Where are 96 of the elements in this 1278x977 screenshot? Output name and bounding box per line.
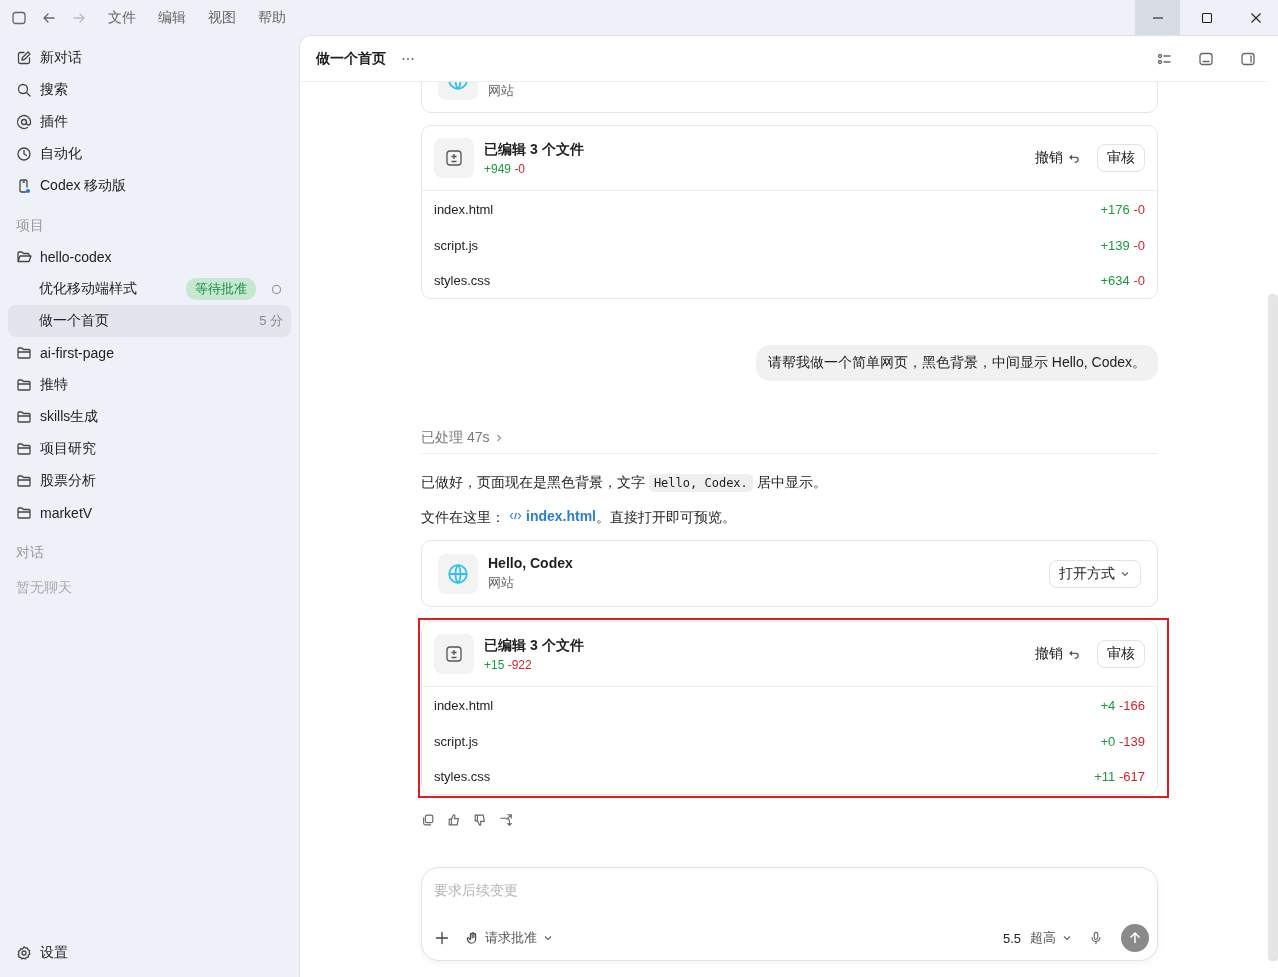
more-options-icon[interactable]	[402, 56, 414, 61]
sidebar-item[interactable]: 新对话	[8, 42, 291, 74]
lines-removed: -139	[1118, 733, 1145, 749]
phone-icon	[16, 178, 32, 194]
processed-toggle[interactable]: 已处理 47s	[421, 429, 1158, 454]
card-title: Hello, Codex	[488, 555, 574, 571]
copy-icon[interactable]	[421, 813, 435, 827]
menu-item[interactable]: 文件	[108, 8, 136, 27]
file-row[interactable]: index.html +4 -166	[422, 687, 1157, 723]
response-text: 文件在这里： index.html。直接打开即可预览。	[421, 506, 737, 527]
arrow-up-icon	[1127, 930, 1143, 946]
thread-time: 5 分	[259, 312, 283, 330]
lines-added: +11	[1094, 769, 1116, 784]
side-panel-icon[interactable]	[1240, 50, 1256, 67]
lines-added: +4	[1100, 697, 1116, 713]
sidebar-item[interactable]: Codex 移动版	[8, 170, 291, 202]
file-row[interactable]: script.js +0 -139	[422, 723, 1157, 759]
search-icon	[16, 82, 32, 98]
card-subtitle: 网站	[488, 574, 515, 592]
file-link[interactable]: index.html	[509, 506, 596, 526]
card-title: 已编辑 3 个文件	[484, 636, 585, 655]
card-subtitle: 网站	[488, 82, 515, 100]
project-item[interactable]: marketV	[8, 497, 291, 529]
lines-added: +634	[1100, 273, 1130, 288]
thread-title: 做一个首页	[316, 49, 386, 68]
maximize-icon	[1200, 11, 1213, 24]
scrollbar-thumb[interactable]	[1268, 294, 1278, 961]
sidebar-item[interactable]: 插件	[8, 106, 291, 138]
menu-item[interactable]: 帮助	[258, 8, 286, 27]
lines-removed: -922	[507, 657, 532, 672]
lines-removed: -0	[1133, 273, 1145, 288]
response-text: 已做好，页面现在是黑色背景，文字 Hello, Codex. 居中显示。	[421, 473, 828, 493]
microphone-icon[interactable]	[1089, 931, 1103, 945]
user-message: 请帮我做一个简单网页，黑色背景，中间显示 Hello, Codex。	[755, 345, 1158, 381]
file-name: styles.css	[434, 273, 492, 288]
bottom-panel-icon[interactable]	[1198, 50, 1214, 67]
settings-item[interactable]: 设置	[8, 937, 291, 969]
thumbs-down-icon[interactable]	[473, 813, 487, 827]
undo-button[interactable]: 撤销	[1029, 644, 1087, 664]
at-sign-icon	[16, 114, 32, 130]
diff-icon	[434, 634, 474, 674]
menu-item[interactable]: 编辑	[158, 8, 186, 27]
sidebar-item[interactable]: 自动化	[8, 138, 291, 170]
project-item[interactable]: hello-codex	[8, 241, 291, 273]
section-heading: 对话	[15, 543, 45, 562]
thumbs-up-icon[interactable]	[447, 813, 461, 827]
add-icon[interactable]	[434, 930, 450, 946]
clock-icon	[16, 146, 32, 162]
file-name: index.html	[434, 201, 495, 217]
sidebar-item[interactable]: 搜索	[8, 74, 291, 106]
review-button[interactable]: 审核	[1097, 640, 1145, 668]
menu-item[interactable]: 视图	[208, 8, 236, 27]
undo-button[interactable]: 撤销	[1029, 148, 1087, 168]
message-input[interactable]: 要求后续变更	[434, 878, 1114, 902]
lines-removed: -0	[1133, 237, 1145, 253]
sidebar-toggle-icon[interactable]	[11, 9, 27, 26]
project-item[interactable]: 项目研究	[8, 433, 291, 465]
file-row[interactable]: script.js +139 -0	[422, 227, 1157, 263]
thread-item[interactable]: 做一个首页 5 分	[8, 305, 291, 337]
lines-removed: -166	[1118, 697, 1145, 713]
file-name: styles.css	[434, 769, 492, 784]
project-item[interactable]: 股票分析	[8, 465, 291, 497]
lines-removed: -0	[514, 161, 526, 176]
status-badge: 等待批准	[186, 278, 256, 300]
lines-added: +176	[1100, 201, 1130, 217]
settings-icon	[16, 945, 32, 961]
project-item[interactable]: 推特	[8, 369, 291, 401]
diff-icon	[434, 138, 474, 178]
lines-added: +15	[484, 657, 505, 672]
review-button[interactable]: 审核	[1097, 144, 1145, 172]
lines-added: +139	[1100, 237, 1130, 253]
share-icon[interactable]	[499, 813, 513, 827]
file-row[interactable]: index.html +176 -0	[422, 191, 1157, 227]
file-name: index.html	[434, 697, 495, 713]
file-name: script.js	[434, 733, 480, 749]
approval-mode-dropdown[interactable]: 请求批准	[460, 928, 560, 948]
thread-item[interactable]: 优化移动端样式 等待批准	[8, 273, 291, 305]
project-item[interactable]: ai-first-page	[8, 337, 291, 369]
section-heading: 项目	[15, 216, 45, 235]
send-button[interactable]	[1121, 924, 1149, 952]
file-row[interactable]: styles.css +11 -617	[422, 759, 1157, 794]
model-dropdown[interactable]: 5.5 超高	[996, 928, 1079, 948]
open-with-dropdown[interactable]: 打开方式	[1049, 559, 1141, 588]
lines-added: +0	[1100, 733, 1116, 749]
lines-removed: -0	[1133, 201, 1145, 217]
empty-state-text: 暂无聊天	[15, 578, 73, 597]
file-name: script.js	[434, 237, 480, 253]
card-title: 已编辑 3 个文件	[484, 140, 585, 159]
close-icon	[1249, 11, 1262, 24]
code-icon	[509, 510, 522, 522]
lines-removed: -617	[1118, 769, 1145, 784]
globe-icon	[438, 553, 478, 594]
lines-added: +949	[484, 161, 512, 176]
project-item[interactable]: skills生成	[8, 401, 291, 433]
file-row[interactable]: styles.css +634 -0	[422, 263, 1157, 298]
edit-icon	[16, 50, 32, 66]
